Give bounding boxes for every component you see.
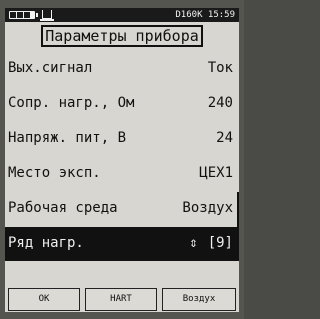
device-bezel: D160K 15:59 Параметры прибора Вых.сигнал… [0, 0, 244, 319]
param-value: ЦЕХ1 [199, 165, 233, 181]
param-row-output-signal[interactable]: Вых.сигнал Ток [5, 52, 239, 87]
status-bar: D160K 15:59 [5, 8, 239, 22]
param-value-group: ⇕ [9] [189, 235, 233, 251]
param-label: Сопр. нагр., Ом [8, 95, 135, 111]
param-value: Воздух [182, 200, 233, 216]
up-down-arrows-icon: ⇕ [189, 235, 198, 251]
param-label: Рабочая среда [8, 200, 118, 216]
param-value: [9] [207, 235, 233, 251]
lcd-screen: D160K 15:59 Параметры прибора Вых.сигнал… [5, 8, 239, 312]
battery-icon [9, 11, 38, 19]
device-id: D160K [175, 10, 203, 20]
hart-button[interactable]: HART [85, 288, 157, 311]
clock: 15:59 [207, 10, 235, 20]
page-title-area: Параметры прибора [5, 24, 239, 48]
param-label: Место эксп. [8, 165, 101, 181]
param-row-location[interactable]: Место эксп. ЦЕХ1 [5, 157, 239, 192]
softkey-bar: ОК HART Воздух [5, 285, 239, 312]
parameter-list: Вых.сигнал Ток Сопр. нагр., Ом 240 Напря… [5, 52, 239, 261]
memory-card-icon [40, 10, 54, 21]
param-row-load-series[interactable]: Ряд нагр. ⇕ [9] [5, 227, 239, 261]
param-value: 24 [216, 130, 233, 146]
scroll-indicator [237, 192, 239, 227]
param-row-supply-voltage[interactable]: Напряж. пит, В 24 [5, 122, 239, 157]
air-button[interactable]: Воздух [162, 288, 236, 311]
page-title: Параметры прибора [41, 25, 203, 47]
param-label: Напряж. пит, В [8, 130, 127, 146]
status-readout: D160K 15:59 [175, 9, 235, 21]
param-label: Ряд нагр. [8, 235, 84, 251]
param-value: 240 [207, 95, 233, 111]
param-value: Ток [207, 60, 233, 76]
ok-button[interactable]: ОК [8, 288, 80, 311]
param-row-working-medium[interactable]: Рабочая среда Воздух [5, 192, 239, 227]
param-row-load-resistance[interactable]: Сопр. нагр., Ом 240 [5, 87, 239, 122]
param-label: Вых.сигнал [8, 60, 93, 76]
